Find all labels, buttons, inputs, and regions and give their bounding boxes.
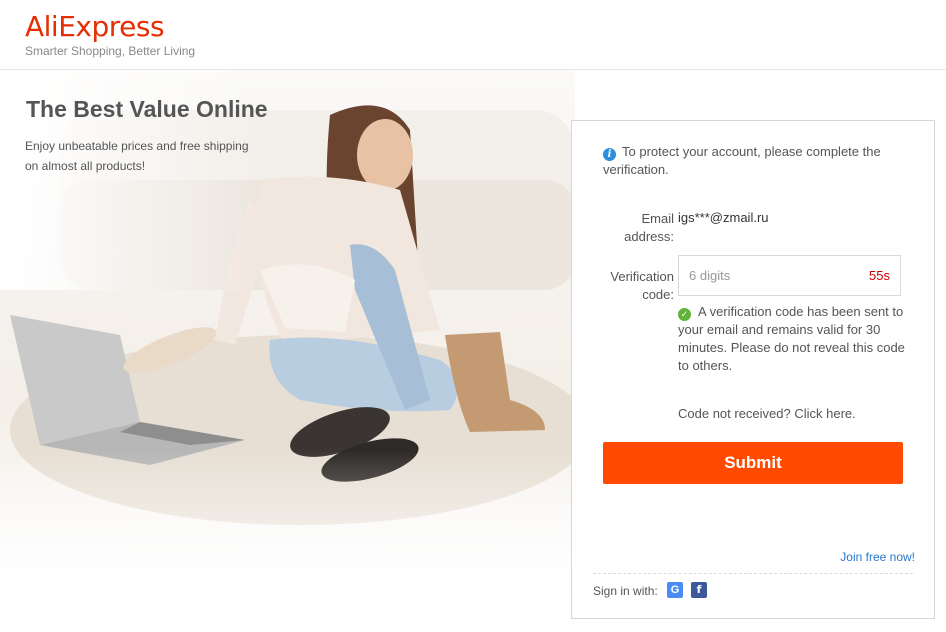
join-free-link[interactable]: Join free now!: [840, 550, 915, 564]
resend-code-link[interactable]: Code not received? Click here.: [678, 406, 856, 421]
check-circle-icon: ✓: [678, 308, 691, 321]
verification-notice: i To protect your account, please complet…: [603, 143, 903, 179]
hero-subtitle: Enjoy unbeatable prices and free shippin…: [25, 139, 249, 173]
divider: [593, 573, 913, 574]
submit-button[interactable]: Submit: [603, 442, 903, 484]
info-icon: i: [603, 148, 616, 161]
code-sent-message: ✓ A verification code has been sent to yo…: [678, 303, 906, 375]
verification-panel: i To protect your account, please complet…: [571, 120, 935, 619]
code-label: Verification code:: [610, 269, 674, 302]
hero-title: The Best Value Online: [26, 96, 268, 122]
logo-tagline: Smarter Shopping, Better Living: [25, 44, 196, 58]
site-header: AliExpress Smarter Shopping, Better Livi…: [0, 0, 946, 70]
aliexpress-logo[interactable]: AliExpress: [25, 10, 165, 43]
hero-banner: The Best Value Online Enjoy unbeatable p…: [0, 70, 575, 632]
google-icon[interactable]: G: [667, 582, 683, 598]
countdown-timer: 55s: [869, 268, 890, 283]
notice-text: To protect your account, please complete…: [603, 144, 881, 177]
email-value: igs***@zmail.ru: [678, 210, 769, 225]
sent-message-text: A verification code has been sent to you…: [678, 304, 905, 373]
verification-code-field: 55s: [678, 255, 901, 296]
facebook-icon[interactable]: f: [691, 582, 707, 598]
email-label: Email address:: [624, 211, 674, 244]
verification-code-input[interactable]: [679, 256, 869, 295]
sign-in-with-label: Sign in with:: [593, 584, 658, 598]
